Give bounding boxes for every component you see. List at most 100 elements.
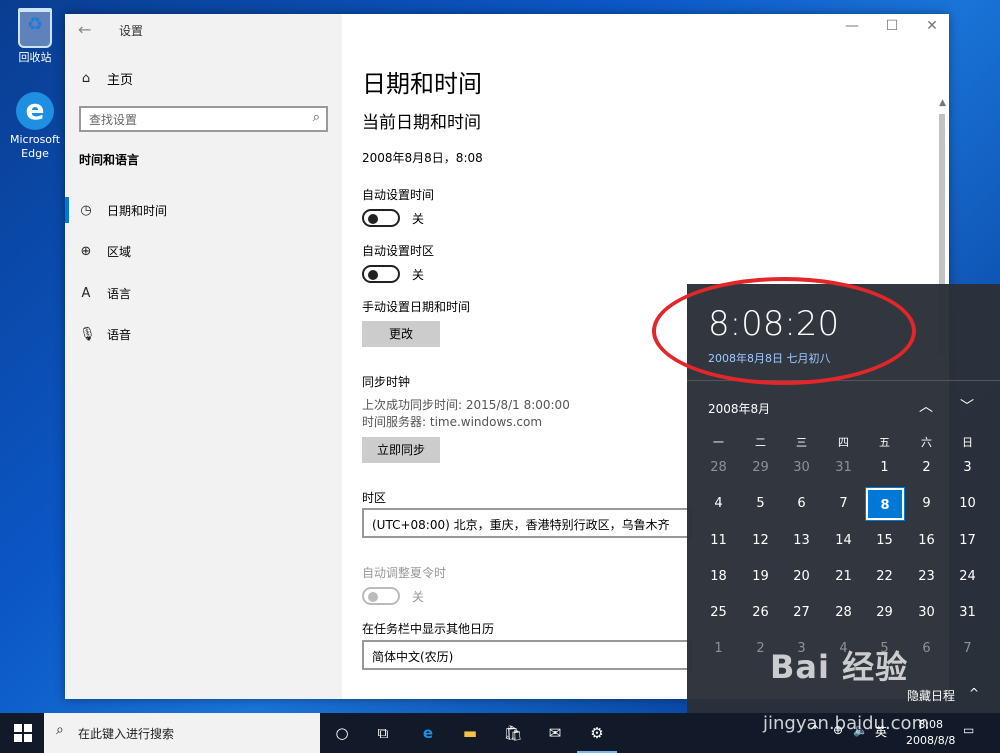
calendar-day[interactable]: 3 [947, 450, 988, 486]
weekday-label: 一 [713, 436, 724, 449]
calendar-clock-icon: ◷ [80, 203, 92, 218]
change-button[interactable]: 更改 [362, 321, 440, 347]
recycle-bin-label: 回收站 [18, 51, 52, 64]
task-view-icon[interactable]: ⧉ [371, 721, 395, 745]
minimize-icon[interactable]: — [843, 18, 861, 34]
cortana-icon[interactable]: ○ [330, 721, 354, 745]
calendar-day-today[interactable]: 8 [865, 487, 905, 521]
sync-now-button[interactable]: 立即同步 [362, 437, 440, 463]
sidebar-item-date-time[interactable]: ◷ 日期和时间 [64, 197, 167, 223]
edge-icon: e [16, 92, 54, 130]
weekday-label: 五 [879, 436, 890, 449]
edge-desktop-icon[interactable]: e Microsoft Edge [3, 92, 67, 161]
calendar-day[interactable]: 14 [823, 523, 864, 559]
calendar-day[interactable]: 10 [947, 486, 988, 522]
calendar-day[interactable]: 30 [906, 595, 947, 631]
calendar-day[interactable]: 7 [947, 631, 988, 667]
settings-gear-icon[interactable]: ⚙ [577, 721, 617, 753]
calendar-day[interactable]: 9 [906, 486, 947, 522]
calendar-day[interactable]: 21 [823, 559, 864, 595]
calendar-day[interactable]: 7 [823, 486, 864, 522]
calendar-day[interactable]: 22 [864, 559, 905, 595]
nav-home-label: 主页 [107, 73, 134, 88]
taskbar-search-box[interactable]: ⌕ 在此键入进行搜索 [44, 713, 320, 753]
calendar-day[interactable]: 20 [781, 559, 822, 595]
globe-icon: ⊕ [80, 244, 92, 259]
page-title: 日期和时间 [362, 70, 482, 98]
calendar-day[interactable]: 29 [740, 450, 781, 486]
calendar-day[interactable]: 24 [947, 559, 988, 595]
search-icon: ⌕ [312, 110, 320, 125]
store-icon[interactable]: 🛍 [501, 721, 525, 745]
auto-zone-state: 关 [412, 267, 425, 282]
other-calendar-select[interactable]: 简体中文(农历) [362, 640, 692, 670]
auto-time-toggle-row: 关 [362, 209, 424, 227]
calendar-day[interactable]: 11 [698, 523, 739, 559]
calendar-day[interactable]: 12 [740, 523, 781, 559]
calendar-month[interactable]: 2008年8月 [708, 400, 770, 417]
close-icon[interactable]: ✕ [923, 18, 941, 34]
sidebar-item-speech[interactable]: 🎙 语音 [79, 326, 131, 343]
calendar-day[interactable]: 19 [740, 559, 781, 595]
calendar-day[interactable]: 13 [781, 523, 822, 559]
calendar-day[interactable]: 1 [864, 450, 905, 486]
sidebar-item-label: 语言 [107, 287, 132, 301]
dst-state: 关 [412, 589, 425, 604]
auto-zone-toggle-row: 关 [362, 265, 424, 283]
calendar-day[interactable]: 1 [698, 631, 739, 667]
auto-zone-toggle[interactable] [362, 265, 400, 283]
calendar-day[interactable]: 6 [781, 486, 822, 522]
settings-sidebar: ← 设置 ⌂ 主页 查找设置 ⌕ 时间和语言 ◷ 日期和时间 ⊕ 区域 A 语言… [64, 14, 342, 699]
microphone-icon: 🎙 [79, 327, 96, 342]
file-explorer-icon[interactable]: ▬ [458, 721, 482, 745]
calendar-day[interactable]: 15 [864, 523, 905, 559]
calendar-day[interactable]: 31 [823, 450, 864, 486]
language-icon: A [81, 286, 91, 301]
calendar-day[interactable]: 18 [698, 559, 739, 595]
calendar-day[interactable]: 6 [906, 631, 947, 667]
edge-label-line2: Edge [21, 147, 49, 160]
calendar-day[interactable]: 26 [740, 595, 781, 631]
other-calendar-label: 在任务栏中显示其他日历 [362, 622, 495, 636]
timezone-label: 时区 [362, 491, 387, 505]
chevron-up-small-icon[interactable]: ^ [969, 686, 979, 700]
calendar-day[interactable]: 17 [947, 523, 988, 559]
flyout-date-link[interactable]: 2008年8月8日 七月初八 [708, 350, 831, 366]
search-icon: ⌕ [56, 722, 64, 738]
settings-search-input[interactable]: 查找设置 ⌕ [79, 106, 328, 132]
flyout-divider [687, 380, 1000, 381]
hide-agenda-link[interactable]: 隐藏日程 [907, 687, 955, 704]
sidebar-item-language[interactable]: A 语言 [79, 285, 131, 302]
recycle-bin-desktop-icon[interactable]: 回收站 [3, 8, 67, 65]
windows-start-icon[interactable] [14, 724, 32, 742]
maximize-icon[interactable]: ☐ [883, 18, 901, 34]
dst-toggle-row: 关 [362, 587, 424, 605]
weekday-label: 日 [962, 436, 973, 449]
calendar-day[interactable]: 30 [781, 450, 822, 486]
mail-icon[interactable]: ✉ [543, 721, 567, 745]
calendar-day[interactable]: 16 [906, 523, 947, 559]
auto-time-toggle[interactable] [362, 209, 400, 227]
calendar-day[interactable]: 2 [906, 450, 947, 486]
scroll-up-icon[interactable]: ▲ [939, 98, 946, 108]
timezone-select[interactable]: (UTC+08:00) 北京，重庆，香港特别行政区，乌鲁木齐 [362, 508, 692, 538]
calendar-day[interactable]: 31 [947, 595, 988, 631]
chevron-down-icon[interactable]: ﹀ [960, 396, 974, 416]
calendar-day[interactable]: 28 [698, 450, 739, 486]
auto-time-label: 自动设置时间 [362, 188, 435, 202]
back-arrow-icon[interactable]: ← [78, 20, 91, 39]
calendar-day[interactable]: 5 [740, 486, 781, 522]
sidebar-item-region[interactable]: ⊕ 区域 [79, 243, 131, 260]
calendar-day[interactable]: 29 [864, 595, 905, 631]
calendar-day[interactable]: 28 [823, 595, 864, 631]
nav-home[interactable]: ⌂ 主页 [79, 69, 133, 88]
chevron-up-icon[interactable]: ︿ [919, 396, 933, 416]
calendar-day[interactable]: 27 [781, 595, 822, 631]
action-center-icon[interactable]: ▭ [963, 723, 974, 737]
calendar-day[interactable]: 25 [698, 595, 739, 631]
calendar-day[interactable]: 23 [906, 559, 947, 595]
weekday-label: 三 [796, 436, 807, 449]
calendar-day[interactable]: 4 [698, 486, 739, 522]
weekday-label: 六 [921, 436, 932, 449]
edge-taskbar-icon[interactable]: e [416, 721, 440, 745]
